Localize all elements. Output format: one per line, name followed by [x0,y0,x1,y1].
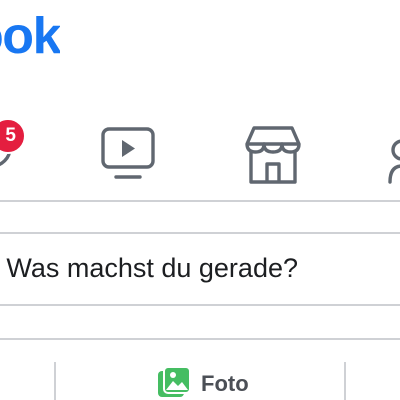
top-navigation: 5 [0,112,400,188]
action-separator [344,362,346,400]
action-separator [54,362,56,400]
groups-icon [388,139,400,184]
facebook-mobile-screen: facebook 5 [0,0,400,400]
composer-placeholder: Was machst du gerade? [6,253,298,283]
status-composer: Was machst du gerade? [0,232,400,306]
marketplace-store-icon [245,126,301,184]
nav-item-groups[interactable] [388,112,400,188]
navigation-divider [0,200,400,202]
photo-icon [158,366,191,397]
photo-button[interactable]: Foto [150,366,270,400]
photo-label: Foto [201,371,249,396]
status-input[interactable]: Was machst du gerade? [0,234,400,304]
composer-actions: Foto [0,338,400,400]
video-play-icon [101,127,155,179]
logo-text: facebook [0,16,60,65]
nav-item-marketplace[interactable] [240,112,306,188]
nav-item-watch[interactable] [94,112,162,188]
facebook-logo[interactable]: facebook [0,16,60,76]
nav-item-friends[interactable]: 5 [0,112,40,188]
